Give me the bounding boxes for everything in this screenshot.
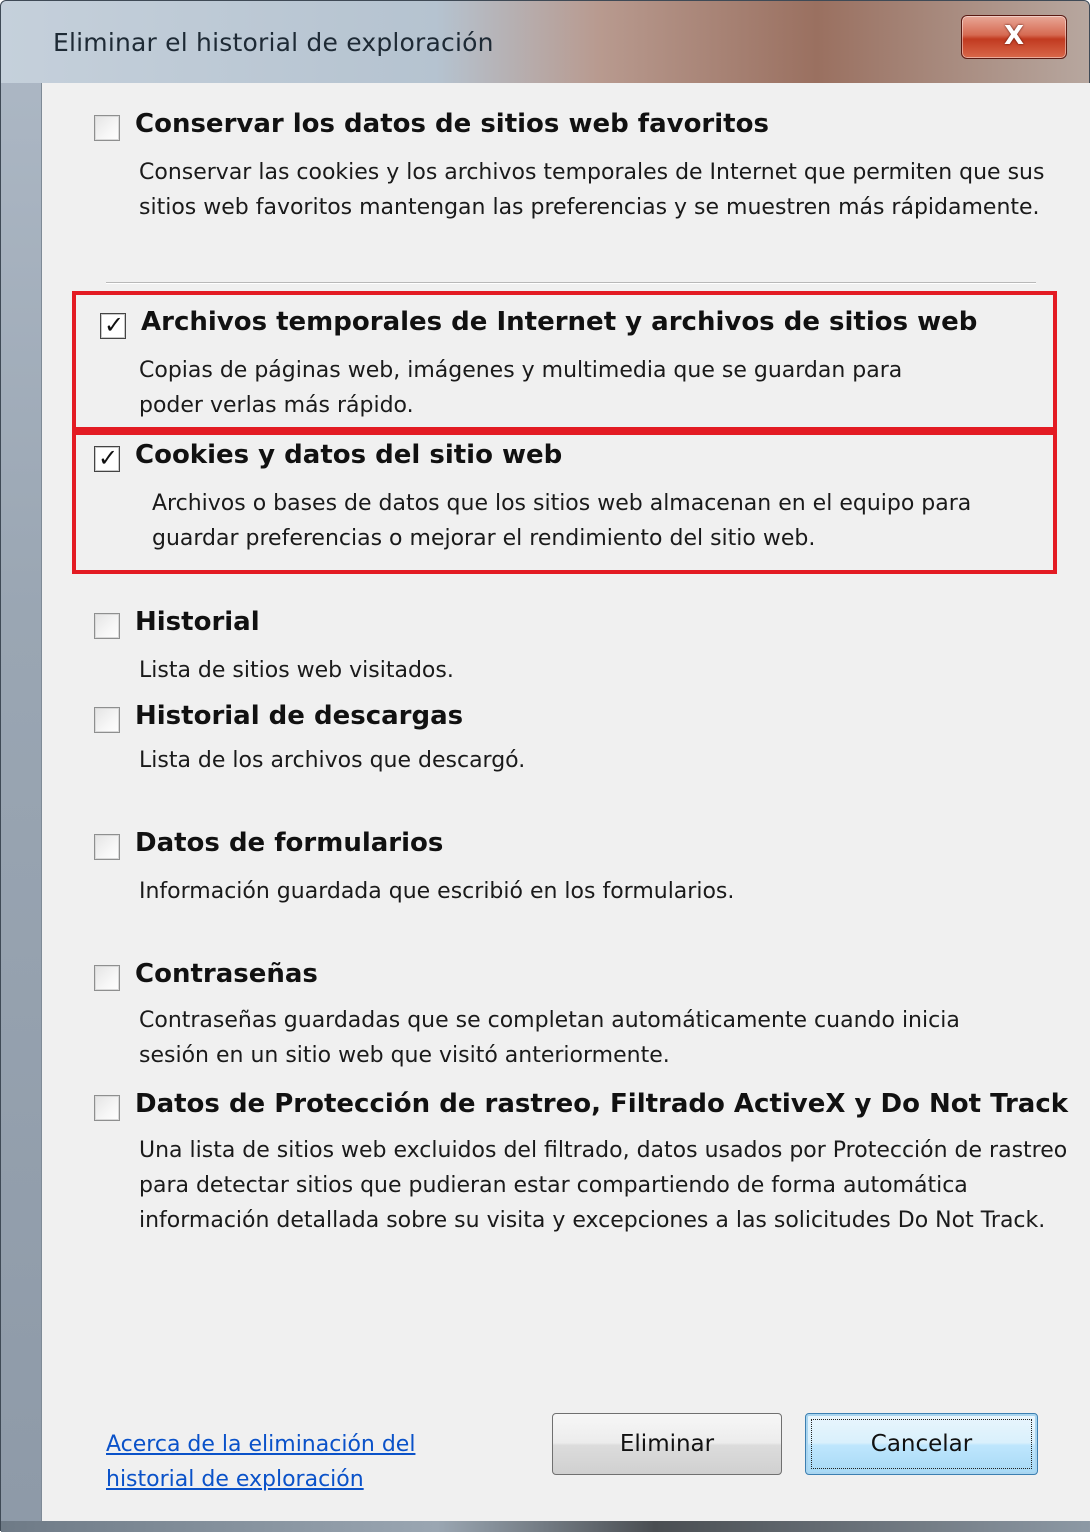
window-title: Eliminar el historial de exploración xyxy=(53,28,494,57)
window-bottom-edge xyxy=(1,1521,1090,1532)
option-title-form-data[interactable]: Datos de formularios xyxy=(135,828,443,858)
delete-button[interactable]: Eliminar xyxy=(552,1413,782,1475)
highlight-box-cookies xyxy=(72,431,1057,574)
option-title-preserve-favorites[interactable]: Conservar los datos de sitios web favori… xyxy=(135,109,769,139)
cancel-button[interactable]: Cancelar xyxy=(805,1413,1038,1475)
option-desc-preserve-favorites: Conservar las cookies y los archivos tem… xyxy=(139,160,1045,220)
title-bar[interactable]: Eliminar el historial de exploración X xyxy=(1,1,1089,83)
close-button[interactable]: X xyxy=(961,15,1067,59)
option-desc-tracking-protection: Una lista de sitios web excluidos del fi… xyxy=(139,1138,1068,1233)
delete-browsing-history-dialog: Eliminar el historial de exploración X C… xyxy=(0,0,1090,1532)
option-desc-form-data: Información guardada que escribió en los… xyxy=(139,879,735,904)
checkbox-preserve-favorites[interactable] xyxy=(94,115,120,141)
option-desc-download-history: Lista de los archivos que descargó. xyxy=(139,748,526,773)
checkbox-passwords[interactable] xyxy=(94,965,120,991)
about-deletion-link[interactable]: Acerca de la eliminación del historial d… xyxy=(106,1427,506,1497)
checkbox-download-history[interactable] xyxy=(94,707,120,733)
checkbox-tracking-protection[interactable] xyxy=(94,1095,120,1121)
option-title-history[interactable]: Historial xyxy=(135,607,260,637)
divider xyxy=(106,282,1036,284)
checkbox-form-data[interactable] xyxy=(94,834,120,860)
option-title-download-history[interactable]: Historial de descargas xyxy=(135,701,463,731)
cancel-button-label: Cancelar xyxy=(870,1431,973,1457)
option-title-tracking-protection[interactable]: Datos de Protección de rastreo, Filtrado… xyxy=(135,1089,1068,1119)
highlight-box-temp-files xyxy=(72,291,1057,431)
delete-button-label: Eliminar xyxy=(619,1431,715,1457)
checkbox-history[interactable] xyxy=(94,613,120,639)
option-desc-history: Lista de sitios web visitados. xyxy=(139,658,454,683)
option-title-passwords[interactable]: Contraseñas xyxy=(135,959,318,989)
option-desc-passwords: Contraseñas guardadas que se completan a… xyxy=(139,1008,960,1068)
